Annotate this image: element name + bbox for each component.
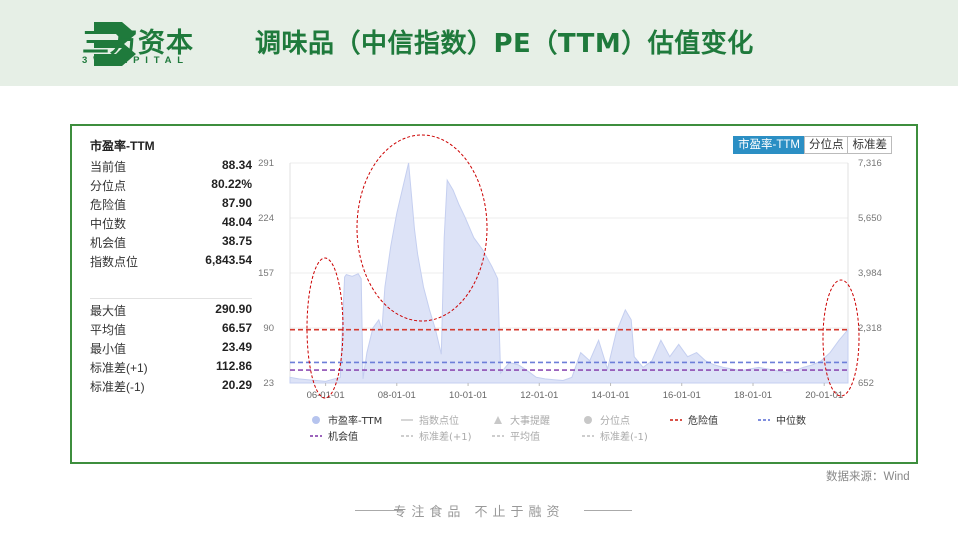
- data-source: 数据来源：Wind: [826, 471, 910, 483]
- legend-label: 中位数: [776, 414, 806, 427]
- y-tick-right: 5,650: [858, 213, 882, 224]
- pe-ttm-chart: 291 7,316 224 5,650 157 3,984 90 2,318 23 652 06-0…: [258, 134, 882, 443]
- legend-label: 标准差(+1): [419, 430, 472, 443]
- legend-label: 标准差(-1): [600, 430, 648, 443]
- y-tick-left: 23: [263, 378, 274, 389]
- x-tick-label: 14-01-01: [592, 390, 630, 401]
- legend-label: 机会值: [328, 430, 358, 443]
- y-tick-right: 2,318: [858, 323, 882, 334]
- slogan-line-right: [584, 510, 632, 511]
- x-tick-label: 20-01-01: [805, 390, 843, 401]
- y-tick-right: 652: [858, 378, 874, 389]
- x-tick-label: 18-01-01: [734, 390, 772, 401]
- y-tick-left: 157: [258, 268, 274, 279]
- y-tick-left: 291: [258, 158, 274, 169]
- x-tick-label: 12-01-01: [520, 390, 558, 401]
- x-tick-label: 10-01-01: [449, 390, 487, 401]
- legend-label: 指数点位: [419, 414, 459, 427]
- y-tick-right: 7,316: [858, 158, 882, 169]
- legend-label: 大事提醒: [510, 414, 550, 427]
- y-tick-left: 224: [258, 213, 274, 224]
- x-tick-label: 06-01-01: [307, 390, 345, 401]
- x-tick-label: 16-01-01: [663, 390, 701, 401]
- legend-label: 市盈率-TTM: [328, 414, 382, 427]
- y-tick-left: 90: [263, 323, 274, 334]
- footer-slogan: 专注食品 不止于融资: [393, 505, 565, 520]
- legend-label: 危险值: [688, 414, 718, 427]
- legend-label: 平均值: [510, 430, 540, 443]
- legend-marker: [494, 416, 502, 424]
- legend-marker: [312, 416, 320, 424]
- legend-label: 分位点: [600, 414, 630, 427]
- x-tick-label: 08-01-01: [378, 390, 416, 401]
- y-tick-right: 3,984: [858, 268, 882, 279]
- legend-marker: [584, 416, 592, 424]
